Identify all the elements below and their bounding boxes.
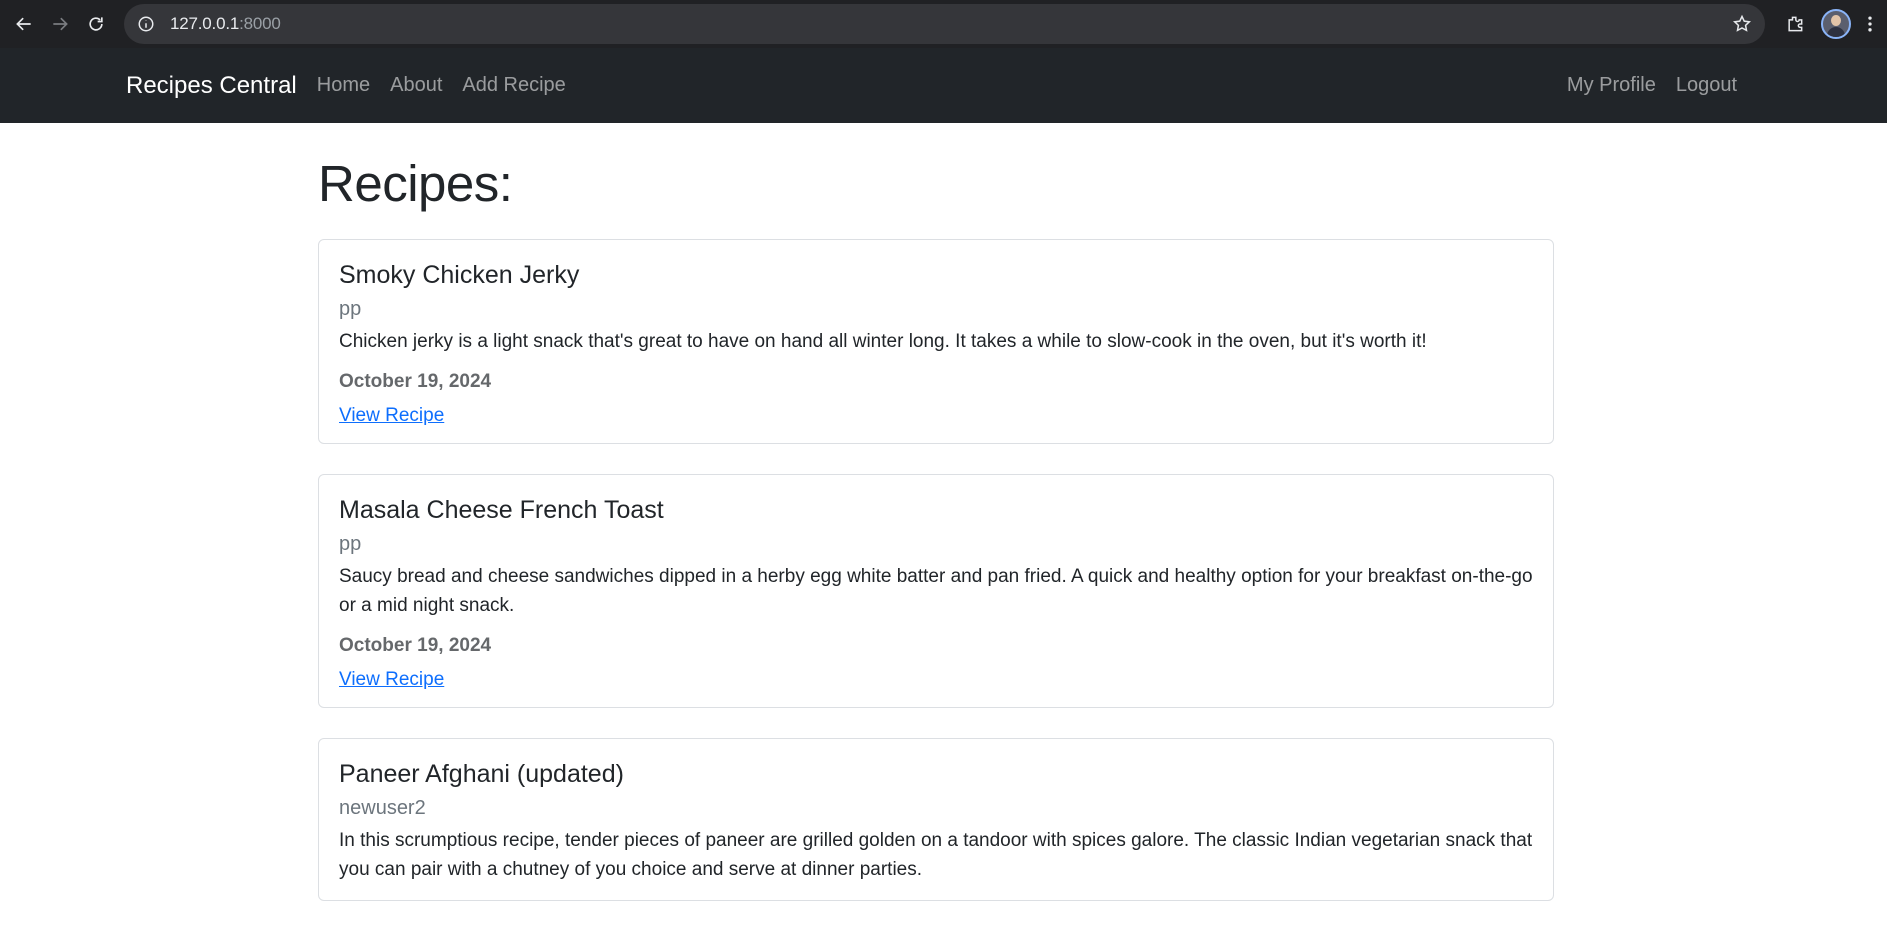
recipe-card: Smoky Chicken Jerky pp Chicken jerky is … — [318, 239, 1554, 444]
address-url[interactable]: 127.0.0.1:8000 — [170, 14, 281, 34]
back-icon[interactable] — [6, 6, 42, 42]
page-title: Recipes: — [318, 155, 513, 212]
recipe-description: Saucy bread and cheese sandwiches dipped… — [339, 565, 1533, 617]
recipe-title: Paneer Afghani (updated) — [339, 759, 624, 788]
recipes-container: Recipes: Smoky Chicken Jerky pp Chicken … — [318, 123, 1554, 931]
reload-icon[interactable] — [78, 6, 114, 42]
browser-toolbar: 127.0.0.1:8000 — [0, 0, 1887, 48]
recipe-title: Masala Cheese French Toast — [339, 495, 664, 524]
recipe-author: pp — [339, 298, 362, 321]
recipe-date: October 19, 2024 — [339, 370, 492, 392]
recipe-author: pp — [339, 532, 362, 555]
brand-link[interactable]: Recipes Central — [126, 72, 297, 100]
url-port: :8000 — [239, 14, 281, 33]
recipe-card: Masala Cheese French Toast pp Saucy brea… — [318, 473, 1554, 708]
profile-avatar[interactable] — [1821, 9, 1851, 39]
recipe-author: newuser2 — [339, 796, 426, 819]
recipe-description: Chicken jerky is a light snack that's gr… — [339, 331, 1427, 353]
nav-logout-link[interactable]: Logout — [1676, 74, 1737, 97]
recipe-card: Paneer Afghani (updated) newuser2 In thi… — [318, 737, 1554, 902]
nav-add-recipe-link[interactable]: Add Recipe — [462, 74, 565, 97]
recipe-description: In this scrumptious recipe, tender piece… — [339, 829, 1533, 880]
address-bar[interactable]: 127.0.0.1:8000 — [124, 4, 1765, 44]
recipe-date: October 19, 2024 — [339, 634, 492, 656]
nav-about-link[interactable]: About — [390, 74, 442, 97]
extensions-icon[interactable] — [1777, 6, 1813, 42]
recipe-title: Smoky Chicken Jerky — [339, 261, 580, 290]
url-host: 127.0.0.1 — [170, 14, 240, 33]
nav-home-link[interactable]: Home — [317, 74, 370, 97]
site-info-icon[interactable] — [136, 14, 156, 34]
nav-right-group: My Profile Logout — [1567, 74, 1737, 97]
nav-my-profile-link[interactable]: My Profile — [1567, 74, 1656, 97]
view-recipe-link[interactable]: View Recipe — [339, 405, 444, 427]
forward-icon[interactable] — [42, 6, 78, 42]
menu-dots-icon[interactable] — [1859, 6, 1881, 42]
bookmark-star-icon[interactable] — [1731, 13, 1753, 35]
navbar: Recipes Central Home About Add Recipe My… — [0, 48, 1887, 123]
view-recipe-link[interactable]: View Recipe — [339, 669, 444, 691]
